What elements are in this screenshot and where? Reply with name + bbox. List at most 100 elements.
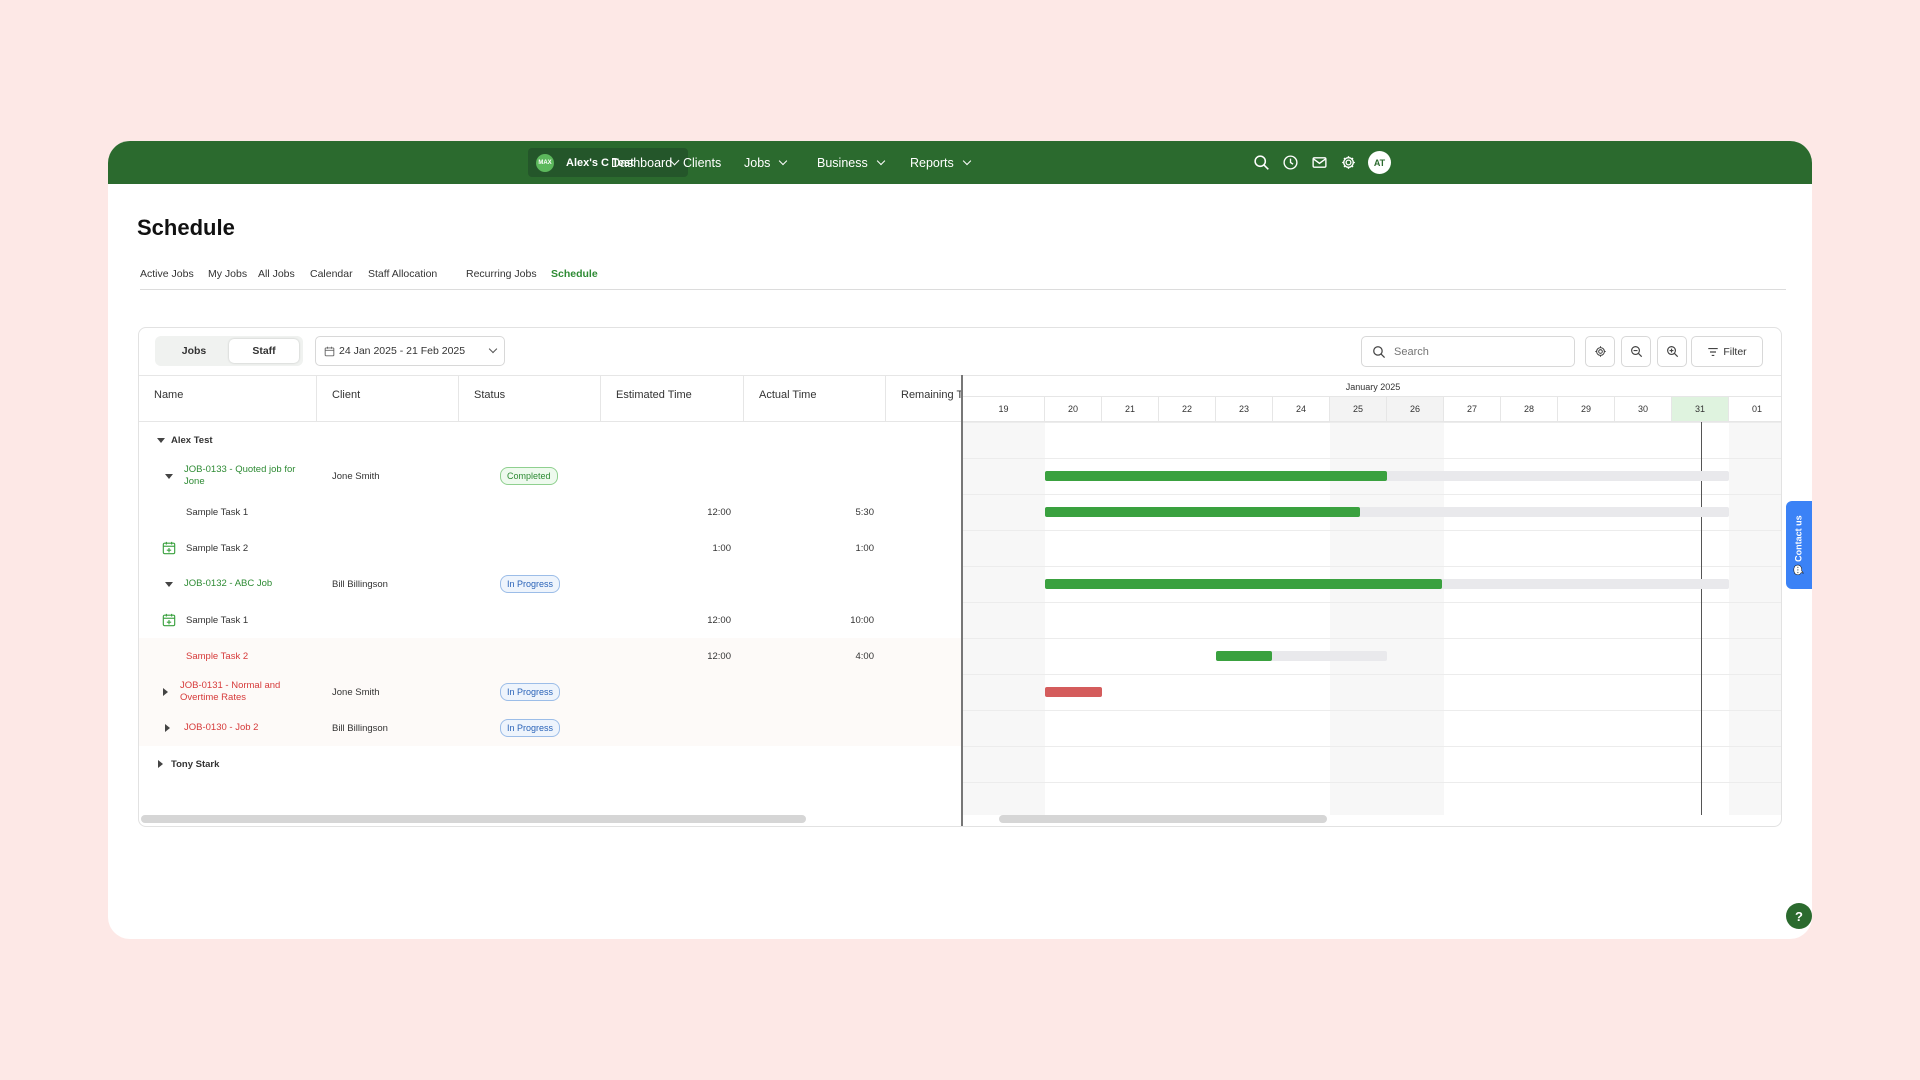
gantt-bar-progress: [1216, 651, 1272, 661]
filter-label: Filter: [1723, 346, 1746, 358]
gantt-day-label: 25: [1330, 397, 1387, 422]
task-name: Sample Task 1: [186, 494, 248, 530]
zoom-out-button[interactable]: [1621, 336, 1651, 367]
table-row[interactable]: Sample Task 1 12:00 5:30: [139, 494, 962, 530]
gantt-bar[interactable]: [1045, 471, 1729, 481]
tab-my-jobs[interactable]: My Jobs: [208, 268, 247, 280]
gear-icon: [1594, 345, 1607, 358]
app-window: MAX Alex's C Test Dashboard Clients Jobs…: [108, 141, 1812, 939]
table-row[interactable]: Sample Task 2 1:00 1:00: [139, 530, 962, 566]
job-link[interactable]: JOB-0132 - ABC Job: [184, 578, 272, 590]
filter-button[interactable]: Filter: [1691, 336, 1763, 367]
caret-right-icon[interactable]: [165, 724, 170, 732]
tab-calendar[interactable]: Calendar: [310, 268, 353, 280]
date-range-picker[interactable]: 24 Jan 2025 - 21 Feb 2025: [315, 336, 505, 366]
gantt-row-divider: [963, 530, 1782, 531]
search-input[interactable]: [1394, 346, 1564, 358]
gantt-day-column: [1729, 422, 1782, 815]
column-header-client[interactable]: Client: [317, 375, 459, 422]
nav-jobs[interactable]: Jobs: [744, 141, 786, 184]
gantt-day-label: 01: [1729, 397, 1782, 422]
gantt-bar[interactable]: [1045, 579, 1729, 589]
tab-active-jobs[interactable]: Active Jobs: [140, 268, 194, 280]
job-table: Name Client Status Estimated Time Actual…: [139, 375, 962, 815]
tab-recurring-jobs[interactable]: Recurring Jobs: [466, 268, 537, 280]
table-row[interactable]: JOB-0130 - Job 2 Bill Billingson In Prog…: [139, 710, 962, 746]
group-name: Tony Stark: [171, 746, 219, 782]
task-name: Sample Task 2: [186, 530, 248, 566]
calendar-add-icon[interactable]: [162, 530, 176, 566]
help-button[interactable]: ?: [1786, 903, 1812, 929]
table-row[interactable]: Tony Stark: [139, 746, 962, 782]
gantt-bar-progress: [1045, 579, 1442, 589]
caret-right-icon[interactable]: [163, 688, 168, 696]
gantt-month-label: January 2025: [963, 375, 1782, 397]
gantt-row-divider: [963, 674, 1782, 675]
client-name: Jone Smith: [332, 674, 380, 710]
gantt-bar-overdue[interactable]: [1045, 687, 1102, 697]
table-row[interactable]: Alex Test: [139, 422, 962, 458]
settings-button[interactable]: [1585, 336, 1615, 367]
caret-down-icon[interactable]: [157, 438, 165, 443]
table-row[interactable]: Sample Task 2 12:00 4:00: [139, 638, 962, 674]
nav-business[interactable]: Business: [817, 141, 884, 184]
tab-schedule[interactable]: Schedule: [551, 268, 598, 280]
actual-time: 10:00: [744, 602, 874, 638]
caret-right-icon[interactable]: [158, 760, 163, 768]
contact-us-tab[interactable]: 💬 Contact us: [1786, 501, 1812, 589]
nav-reports[interactable]: Reports: [910, 141, 970, 184]
user-avatar[interactable]: AT: [1368, 151, 1391, 174]
top-navigation: MAX Alex's C Test Dashboard Clients Jobs…: [108, 141, 1812, 184]
zoom-out-icon: [1630, 345, 1643, 358]
job-link[interactable]: JOB-0130 - Job 2: [184, 722, 258, 734]
column-header-name[interactable]: Name: [139, 375, 317, 422]
estimated-time: 12:00: [601, 602, 731, 638]
table-row[interactable]: Sample Task 1 12:00 10:00: [139, 602, 962, 638]
clock-icon[interactable]: [1282, 154, 1299, 171]
gantt-day-label: 19: [963, 397, 1045, 422]
gantt-day-label: 20: [1045, 397, 1102, 422]
table-scrollbar[interactable]: [141, 815, 806, 823]
gantt-bar-progress: [1045, 507, 1360, 517]
gantt-chart: January 2025 192021222324252627282930310…: [963, 375, 1782, 827]
search-box[interactable]: [1361, 336, 1575, 367]
gantt-day-label: 24: [1273, 397, 1330, 422]
view-jobs-button[interactable]: Jobs: [159, 339, 229, 363]
table-row[interactable]: JOB-0132 - ABC Job Bill Billingson In Pr…: [139, 566, 962, 602]
table-row[interactable]: JOB-0133 - Quoted job for Jone Jone Smit…: [139, 458, 962, 494]
calendar-add-icon[interactable]: [162, 602, 176, 638]
column-header-status[interactable]: Status: [459, 375, 601, 422]
gantt-row-divider: [963, 422, 1782, 423]
date-range-value: 24 Jan 2025 - 21 Feb 2025: [339, 345, 465, 357]
gantt-scrollbar[interactable]: [999, 815, 1327, 823]
tab-staff-allocation[interactable]: Staff Allocation: [368, 268, 437, 280]
mail-icon[interactable]: [1311, 154, 1328, 171]
sub-tabs: Active Jobs My Jobs All Jobs Calendar St…: [140, 268, 1786, 290]
job-link[interactable]: JOB-0133 - Quoted job for Jone: [184, 464, 299, 488]
zoom-in-button[interactable]: [1657, 336, 1687, 367]
nav-dashboard-label: Dashboard: [611, 156, 672, 170]
column-header-remaining[interactable]: Remaining T: [886, 375, 962, 422]
caret-down-icon[interactable]: [165, 474, 173, 479]
nav-clients[interactable]: Clients: [683, 141, 721, 184]
task-name: Sample Task 2: [186, 638, 248, 674]
search-icon[interactable]: [1253, 154, 1270, 171]
caret-down-icon[interactable]: [165, 582, 173, 587]
gear-icon[interactable]: [1340, 154, 1357, 171]
column-header-estimated[interactable]: Estimated Time: [601, 375, 744, 422]
gantt-day-label: 31: [1672, 397, 1729, 422]
tab-all-jobs[interactable]: All Jobs: [258, 268, 295, 280]
nav-clients-label: Clients: [683, 156, 721, 170]
gantt-day-label: 22: [1159, 397, 1216, 422]
gantt-row-divider: [963, 782, 1782, 783]
status-badge: In Progress: [500, 683, 560, 701]
job-link[interactable]: JOB-0131 - Normal and Overtime Rates: [180, 680, 290, 704]
column-header-actual[interactable]: Actual Time: [744, 375, 886, 422]
table-row[interactable]: JOB-0131 - Normal and Overtime Rates Jon…: [139, 674, 962, 710]
view-staff-button[interactable]: Staff: [229, 339, 299, 363]
gantt-day-label: 28: [1501, 397, 1558, 422]
gantt-bar[interactable]: [1216, 651, 1387, 661]
nav-dashboard[interactable]: Dashboard: [611, 141, 672, 184]
status-badge: Completed: [500, 467, 558, 485]
gantt-bar[interactable]: [1045, 507, 1729, 517]
